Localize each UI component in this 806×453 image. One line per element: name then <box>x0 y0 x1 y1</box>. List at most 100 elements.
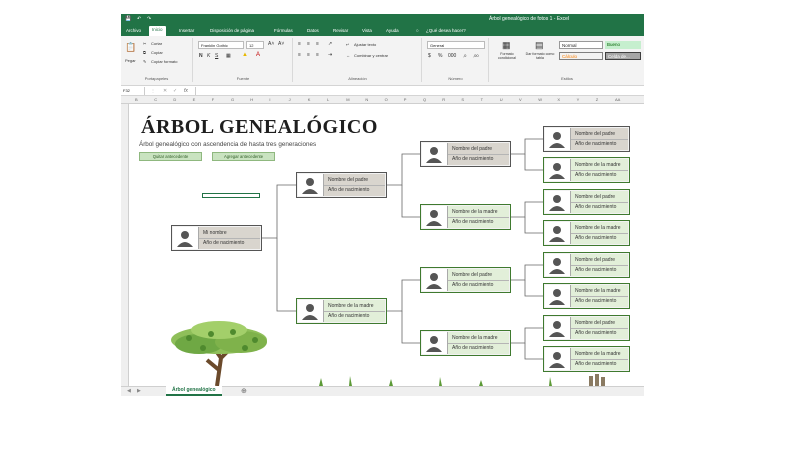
formula-input[interactable] <box>195 87 644 95</box>
percent-icon[interactable]: % <box>438 53 442 59</box>
person-card-gen3-2[interactable]: Nombre de la madre Año de nacimiento <box>543 157 630 183</box>
cut-button[interactable]: Cortar <box>151 41 162 46</box>
tab-vista[interactable]: Vista <box>359 27 375 34</box>
column-header[interactable]: D <box>173 97 176 102</box>
column-header[interactable]: W <box>538 97 542 102</box>
comma-icon[interactable]: 000 <box>448 53 456 59</box>
person-card-maternal-grandfather[interactable]: Nombre del padre Año de nacimiento <box>420 267 511 293</box>
currency-icon[interactable]: $ <box>428 53 431 59</box>
column-header[interactable]: G <box>231 97 234 102</box>
italic-icon[interactable]: K <box>207 53 210 59</box>
column-header[interactable]: I <box>269 97 270 102</box>
font-name-select[interactable]: Franklin Gothic <box>198 41 244 49</box>
align-left-icon[interactable]: ≡ <box>298 52 301 58</box>
undo-icon[interactable]: ↶ <box>137 16 141 22</box>
person-card-maternal-grandmother[interactable]: Nombre de la madre Año de nacimiento <box>420 330 511 356</box>
column-header[interactable]: C <box>154 97 157 102</box>
align-bottom-icon[interactable]: ≡ <box>316 41 319 47</box>
wrap-text-button[interactable]: Ajustar texto <box>354 42 376 47</box>
person-card-gen3-1[interactable]: Nombre del padre Año de nacimiento <box>543 126 630 152</box>
font-color-icon[interactable]: A <box>256 52 260 58</box>
conditional-format-button[interactable]: Formato condicional <box>492 52 522 60</box>
insert-function-icon[interactable]: fx <box>184 88 188 94</box>
person-card-gen3-3[interactable]: Nombre del padre Año de nacimiento <box>543 189 630 215</box>
borders-icon[interactable]: ▦ <box>226 53 231 59</box>
decrease-decimal-icon[interactable]: ,00 <box>473 53 479 58</box>
person-card-paternal-grandfather[interactable]: Nombre del padre Año de nacimiento <box>420 141 511 167</box>
copy-button[interactable]: Copiar <box>151 50 163 55</box>
column-header[interactable]: P <box>404 97 407 102</box>
person-card-gen3-8[interactable]: Nombre de la madre Año de nacimiento <box>543 346 630 372</box>
column-header[interactable]: U <box>500 97 503 102</box>
column-header[interactable]: M <box>346 97 349 102</box>
person-card-paternal-grandmother[interactable]: Nombre de la madre Año de nacimiento <box>420 204 511 230</box>
column-header[interactable]: S <box>461 97 464 102</box>
style-check-cell[interactable]: Celda de... <box>605 52 641 60</box>
column-header[interactable]: Z <box>596 97 598 102</box>
align-right-icon[interactable]: ≡ <box>316 52 319 58</box>
column-header[interactable]: R <box>442 97 445 102</box>
wrap-text-icon[interactable]: ↵ <box>346 42 349 47</box>
tell-me-search[interactable]: ¿Qué desea hacer? <box>423 27 469 34</box>
orientation-icon[interactable]: ↗ <box>328 41 332 47</box>
format-table-icon[interactable]: ▤ <box>535 40 544 51</box>
worksheet[interactable]: ÁRBOL GENEALÓGICO Árbol genealógico con … <box>129 104 644 387</box>
column-header[interactable]: Y <box>577 97 580 102</box>
shrink-font-icon[interactable]: A˅ <box>278 41 284 47</box>
column-header[interactable]: F <box>212 97 214 102</box>
tab-ayuda[interactable]: Ayuda <box>383 27 402 34</box>
column-header[interactable]: Q <box>423 97 426 102</box>
tab-archivo[interactable]: Archivo <box>123 27 144 34</box>
style-good[interactable]: Bueno <box>605 41 641 49</box>
cancel-icon[interactable]: ✕ <box>163 88 167 94</box>
column-header[interactable]: J <box>289 97 291 102</box>
column-header[interactable]: N <box>365 97 368 102</box>
format-painter-button[interactable]: Copiar formato <box>151 59 177 64</box>
style-normal[interactable]: Normal <box>559 41 603 49</box>
column-header[interactable]: X <box>557 97 560 102</box>
bold-icon[interactable]: N <box>199 53 203 59</box>
tab-formulas[interactable]: Fórmulas <box>271 27 296 34</box>
tab-disposicion[interactable]: Disposición de página <box>207 27 257 34</box>
column-header[interactable]: AA <box>615 97 620 102</box>
sheet-tab-arbol[interactable]: Árbol genealógico <box>166 386 222 396</box>
style-calculation[interactable]: Cálculo <box>559 52 603 60</box>
column-header[interactable]: T <box>481 97 483 102</box>
column-header[interactable]: B <box>135 97 138 102</box>
format-painter-icon[interactable]: ✎ <box>143 59 146 64</box>
align-center-icon[interactable]: ≡ <box>307 52 310 58</box>
person-card-mother[interactable]: Nombre de la madre Año de nacimiento <box>296 298 387 324</box>
increase-decimal-icon[interactable]: ,0 <box>463 53 466 58</box>
column-header[interactable]: L <box>327 97 329 102</box>
fill-color-icon[interactable]: ▲ <box>242 52 248 58</box>
format-table-button[interactable]: Dar formato como tabla <box>524 52 556 60</box>
column-header[interactable]: H <box>250 97 253 102</box>
column-header[interactable]: E <box>193 97 196 102</box>
font-size-select[interactable]: 12 <box>246 41 264 49</box>
enter-icon[interactable]: ✓ <box>173 88 177 94</box>
person-card-gen3-7[interactable]: Nombre del padre Año de nacimiento <box>543 315 630 341</box>
number-format-select[interactable]: General <box>427 41 485 49</box>
align-top-icon[interactable]: ≡ <box>298 41 301 47</box>
paste-icon[interactable]: 📋 <box>125 42 136 53</box>
tab-inicio[interactable]: Inicio <box>149 26 166 36</box>
add-sheet-icon[interactable]: ⊕ <box>241 387 247 395</box>
indent-icon[interactable]: ⇥ <box>328 52 332 58</box>
name-box[interactable]: F32 <box>121 87 145 95</box>
merge-center-button[interactable]: Combinar y centrar <box>354 53 388 58</box>
merge-icon[interactable]: ↔ <box>346 53 350 58</box>
scroll-right-icon[interactable]: ▶ <box>137 388 141 394</box>
person-card-gen3-5[interactable]: Nombre del padre Año de nacimiento <box>543 252 630 278</box>
person-card-me[interactable]: Mi nombre Año de nacimiento <box>171 225 262 251</box>
grow-font-icon[interactable]: A˄ <box>268 41 274 47</box>
copy-icon[interactable]: ⧉ <box>143 50 146 55</box>
column-header[interactable]: V <box>519 97 522 102</box>
save-icon[interactable]: 💾 <box>125 16 131 22</box>
tab-revisar[interactable]: Revisar <box>330 27 351 34</box>
column-header[interactable]: O <box>385 97 388 102</box>
column-header[interactable]: K <box>308 97 311 102</box>
conditional-format-icon[interactable]: ▦ <box>502 40 511 51</box>
align-middle-icon[interactable]: ≡ <box>307 41 310 47</box>
tab-datos[interactable]: Datos <box>304 27 322 34</box>
redo-icon[interactable]: ↷ <box>147 16 151 22</box>
